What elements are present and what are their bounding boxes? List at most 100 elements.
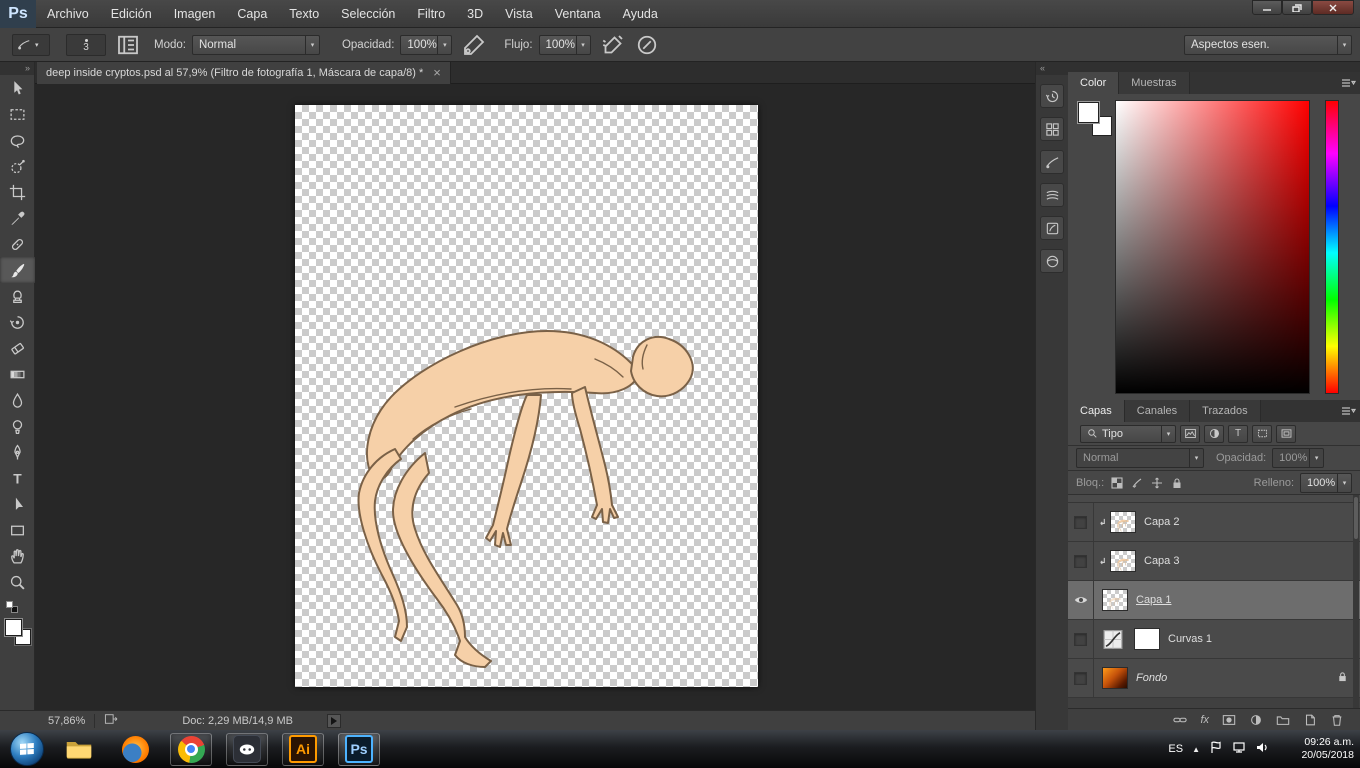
- restore-button[interactable]: [1282, 0, 1312, 15]
- close-button[interactable]: [1312, 0, 1354, 15]
- clone-source-panel-button[interactable]: [1040, 183, 1064, 207]
- adjustment-layers-filter-icon[interactable]: [1204, 425, 1224, 443]
- taskbar-illustrator-button[interactable]: Ai: [282, 733, 324, 766]
- taskbar-explorer-button[interactable]: [58, 733, 100, 766]
- foreground-color-swatch[interactable]: [5, 619, 22, 636]
- fill-select[interactable]: 100% ▾: [1300, 473, 1352, 493]
- layer-thumbnail[interactable]: [1110, 550, 1136, 572]
- taskbar-firefox-button[interactable]: [114, 733, 156, 766]
- menu-ayuda[interactable]: Ayuda: [612, 0, 669, 28]
- taskbar-clock[interactable]: 09:26 a.m. 20/05/2018: [1282, 736, 1354, 762]
- saturation-brightness-picker[interactable]: [1115, 100, 1310, 394]
- layers-opacity-select[interactable]: 100% ▾: [1272, 448, 1324, 468]
- action-center-flag-icon[interactable]: [1209, 741, 1223, 757]
- taskbar-discord-button[interactable]: [226, 733, 268, 766]
- blur-tool[interactable]: [0, 387, 35, 413]
- layer-row-curvas1[interactable]: Curvas 1: [1068, 620, 1360, 659]
- zoom-tool[interactable]: [0, 569, 35, 595]
- shape-layers-filter-icon[interactable]: [1252, 425, 1272, 443]
- clone-stamp-tool[interactable]: [0, 283, 35, 309]
- lasso-tool[interactable]: [0, 127, 35, 153]
- pen-tool[interactable]: [0, 439, 35, 465]
- tab-canales[interactable]: Canales: [1125, 400, 1190, 422]
- keyboard-language[interactable]: ES: [1168, 743, 1183, 755]
- taskbar-chrome-button[interactable]: [170, 733, 212, 766]
- new-layer-icon[interactable]: [1303, 713, 1317, 727]
- styles-panel-button[interactable]: [1040, 216, 1064, 240]
- layer-mask-thumbnail[interactable]: [1134, 628, 1160, 650]
- network-icon[interactable]: [1232, 741, 1246, 757]
- menu-imagen[interactable]: Imagen: [163, 0, 227, 28]
- visibility-toggle[interactable]: [1068, 659, 1094, 697]
- tab-capas[interactable]: Capas: [1068, 400, 1125, 422]
- brush-presets-panel-button[interactable]: [1040, 150, 1064, 174]
- paint-mode-select[interactable]: Normal ▾: [192, 35, 320, 55]
- menu-capa[interactable]: Capa: [226, 0, 278, 28]
- layer-name[interactable]: Fondo: [1136, 672, 1167, 684]
- layer-style-icon[interactable]: fx: [1200, 714, 1209, 726]
- visibility-checkbox[interactable]: [1074, 555, 1087, 568]
- smart-object-filter-icon[interactable]: [1276, 425, 1296, 443]
- color-panel-menu-icon[interactable]: [1340, 76, 1356, 94]
- tools-collapse-button[interactable]: »: [0, 62, 34, 75]
- path-selection-tool[interactable]: [0, 491, 35, 517]
- new-adjustment-layer-icon[interactable]: [1249, 713, 1263, 727]
- gradient-tool[interactable]: [0, 361, 35, 387]
- menu-3d[interactable]: 3D: [456, 0, 494, 28]
- layer-row-capa1[interactable]: Capa 1: [1068, 581, 1360, 620]
- pixel-layers-filter-icon[interactable]: [1180, 425, 1200, 443]
- menu-filtro[interactable]: Filtro: [406, 0, 456, 28]
- opacity-select[interactable]: 100% ▾: [400, 35, 452, 55]
- document-canvas[interactable]: [295, 105, 758, 687]
- add-layer-mask-icon[interactable]: [1222, 713, 1236, 727]
- tab-color[interactable]: Color: [1068, 72, 1119, 94]
- status-options-arrow[interactable]: [327, 714, 341, 728]
- crop-tool[interactable]: [0, 179, 35, 205]
- dodge-tool[interactable]: [0, 413, 35, 439]
- quick-selection-tool[interactable]: [0, 153, 35, 179]
- tool-preset-picker[interactable]: ▾: [12, 34, 50, 56]
- hue-strip[interactable]: [1325, 100, 1339, 394]
- visibility-checkbox[interactable]: [1074, 672, 1087, 685]
- eyedropper-tool[interactable]: [0, 205, 35, 231]
- layer-row-capa2[interactable]: Capa 2: [1068, 503, 1360, 542]
- link-layers-icon[interactable]: [1173, 713, 1187, 727]
- dock-collapse-button[interactable]: «: [1036, 62, 1068, 75]
- layers-scrollbar[interactable]: [1353, 495, 1359, 708]
- history-brush-tool[interactable]: [0, 309, 35, 335]
- menu-vista[interactable]: Vista: [494, 0, 544, 28]
- layer-filter-select[interactable]: Tipo ▾: [1080, 425, 1176, 443]
- layer-row-fondo[interactable]: Fondo: [1068, 659, 1360, 698]
- visibility-checkbox[interactable]: [1074, 516, 1087, 529]
- new-group-icon[interactable]: [1276, 713, 1290, 727]
- workspace-select[interactable]: Aspectos esen. ▾: [1184, 35, 1352, 55]
- taskbar-photoshop-button[interactable]: Ps: [338, 733, 380, 766]
- delete-layer-icon[interactable]: [1330, 713, 1344, 727]
- layer-name[interactable]: Curvas 1: [1168, 633, 1212, 645]
- tab-close-icon[interactable]: ×: [433, 68, 441, 78]
- tab-muestras[interactable]: Muestras: [1119, 72, 1189, 94]
- lock-all-icon[interactable]: [1169, 475, 1184, 490]
- lock-transparency-icon[interactable]: [1109, 475, 1124, 490]
- type-layers-filter-icon[interactable]: T: [1228, 425, 1248, 443]
- zoom-level[interactable]: 57,86%: [48, 715, 85, 727]
- tablet-pressure-size-button[interactable]: [635, 34, 659, 56]
- document-tab[interactable]: deep inside cryptos.psd al 57,9% (Filtro…: [37, 62, 451, 84]
- volume-icon[interactable]: [1255, 741, 1269, 757]
- visibility-toggle[interactable]: [1068, 581, 1094, 619]
- eraser-tool[interactable]: [0, 335, 35, 361]
- brush-size-dropdown[interactable]: 3: [66, 34, 106, 56]
- tab-trazados[interactable]: Trazados: [1190, 400, 1260, 422]
- menu-ventana[interactable]: Ventana: [544, 0, 612, 28]
- show-hidden-icons-button[interactable]: ▲: [1192, 745, 1200, 754]
- rectangular-marquee-tool[interactable]: [0, 101, 35, 127]
- scrollbar-thumb[interactable]: [1354, 497, 1358, 539]
- visibility-toggle[interactable]: [1068, 542, 1094, 580]
- flow-select[interactable]: 100% ▾: [539, 35, 591, 55]
- adjustments-panel-button[interactable]: [1040, 117, 1064, 141]
- menu-seleccion[interactable]: Selección: [330, 0, 406, 28]
- foreground-color-swatch[interactable]: [1078, 102, 1099, 123]
- layer-name[interactable]: Capa 1: [1136, 594, 1171, 606]
- layer-thumbnail[interactable]: [1102, 589, 1128, 611]
- curves-adjustment-icon[interactable]: [1102, 630, 1124, 649]
